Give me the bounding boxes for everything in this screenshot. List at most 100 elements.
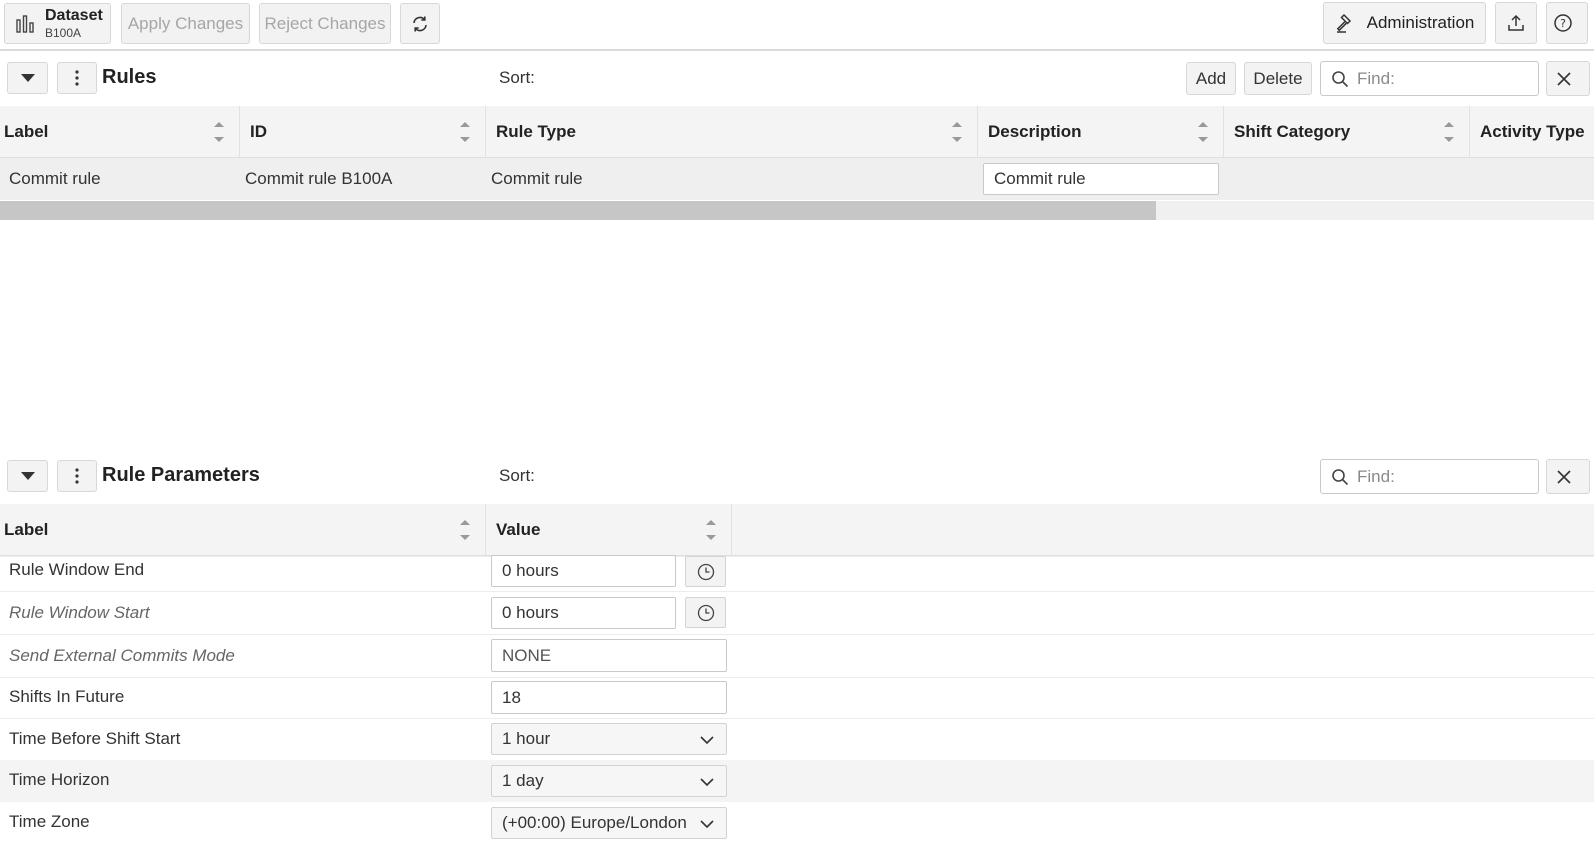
table-row[interactable]: Commit rule Commit rule B100A Commit rul…	[0, 158, 1594, 200]
params-collapse-button[interactable]	[7, 460, 48, 492]
horizontal-scrollbar[interactable]	[0, 201, 1594, 220]
table-row[interactable]: Rule Window End 0 hours	[0, 555, 1594, 591]
chevron-down-icon	[700, 733, 714, 747]
sort-arrows-icon	[1197, 120, 1209, 149]
rules-menu-button[interactable]	[57, 62, 97, 94]
help-button[interactable]: ?	[1546, 2, 1588, 44]
close-icon	[1557, 469, 1571, 484]
column-header-shift-category[interactable]: Shift Category	[1224, 106, 1470, 158]
rules-close-button[interactable]	[1546, 61, 1590, 96]
delete-button[interactable]: Delete	[1244, 62, 1312, 95]
rule-window-end-picker-button[interactable]	[685, 556, 726, 587]
description-input[interactable]: Commit rule	[983, 163, 1219, 195]
time-horizon-select[interactable]: 1 day	[491, 765, 727, 797]
column-header-param-value[interactable]: Value	[486, 504, 732, 556]
params-table-header: Label Value	[0, 504, 1594, 556]
select-value: (+00:00) Europe/London	[502, 813, 687, 832]
params-close-button[interactable]	[1546, 459, 1590, 494]
sort-arrows-icon	[213, 120, 225, 149]
table-row[interactable]: Time Zone (+00:00) Europe/London	[0, 802, 1594, 844]
clock-icon	[697, 563, 715, 581]
rules-table-header: Label ID Rule Type Description Shift Cat…	[0, 106, 1594, 158]
dataset-label: Dataset	[45, 7, 103, 24]
table-row[interactable]: Shifts In Future 18	[0, 678, 1594, 718]
cell-label: Commit rule	[9, 169, 101, 188]
column-header-text: Activity Type	[1480, 122, 1585, 141]
reject-changes-button[interactable]: Reject Changes	[259, 3, 391, 44]
rules-sort-label[interactable]: Sort:	[499, 68, 535, 88]
column-header-text: Shift Category	[1234, 122, 1351, 141]
column-header-label[interactable]: Label	[0, 106, 240, 158]
send-external-commits-mode-input[interactable]: NONE	[491, 639, 727, 672]
sort-arrows-icon	[1443, 120, 1455, 149]
param-label: Time Horizon	[9, 770, 110, 789]
table-row[interactable]: Time Before Shift Start 1 hour	[0, 719, 1594, 760]
sort-arrows-icon	[459, 120, 471, 149]
kebab-menu-icon	[75, 70, 79, 86]
rule-window-start-picker-button[interactable]	[685, 597, 726, 628]
params-sort-label[interactable]: Sort:	[499, 466, 535, 486]
help-icon: ?	[1553, 13, 1573, 33]
export-button[interactable]	[1495, 2, 1537, 44]
param-label: Send External Commits Mode	[9, 646, 235, 665]
column-header-text: Label	[4, 520, 49, 539]
bar-chart-icon	[15, 14, 35, 34]
rule-window-end-input[interactable]: 0 hours	[491, 555, 676, 587]
administration-label: Administration	[1366, 13, 1475, 32]
column-header-id[interactable]: ID	[240, 106, 486, 158]
param-label: Time Zone	[9, 812, 90, 831]
table-row[interactable]: Send External Commits Mode NONE	[0, 635, 1594, 677]
time-before-shift-start-select[interactable]: 1 hour	[491, 723, 727, 755]
gavel-icon	[1335, 13, 1355, 33]
column-header-param-label[interactable]: Label	[0, 504, 486, 556]
column-header-rule-type[interactable]: Rule Type	[486, 106, 978, 158]
select-value: 1 hour	[502, 729, 551, 748]
svg-text:?: ?	[1560, 17, 1566, 30]
param-label: Rule Window End	[9, 560, 145, 579]
caret-down-icon	[20, 74, 35, 82]
toolbar-divider	[0, 49, 1594, 51]
column-header-activity-type[interactable]: Activity Type	[1470, 106, 1594, 158]
close-icon	[1557, 71, 1571, 86]
rules-title: Rules	[102, 66, 157, 88]
table-row[interactable]: Time Horizon 1 day	[0, 760, 1594, 802]
clock-icon	[697, 604, 715, 622]
administration-button[interactable]: Administration	[1323, 2, 1486, 44]
caret-down-icon	[20, 472, 35, 480]
export-icon	[1507, 14, 1525, 32]
sort-arrows-icon	[951, 120, 963, 149]
refresh-button[interactable]	[400, 3, 440, 44]
column-header-text: Rule Type	[496, 122, 576, 141]
shifts-in-future-input[interactable]: 18	[491, 681, 727, 714]
select-value: 1 day	[502, 771, 544, 790]
refresh-icon	[411, 15, 429, 33]
add-button[interactable]: Add	[1186, 62, 1236, 95]
scrollbar-thumb[interactable]	[0, 201, 1156, 220]
param-label: Shifts In Future	[9, 687, 125, 706]
time-zone-select[interactable]: (+00:00) Europe/London	[491, 807, 727, 839]
rules-find-placeholder: Find:	[1357, 68, 1395, 88]
column-header-text: Description	[988, 122, 1082, 141]
apply-changes-button[interactable]: Apply Changes	[121, 3, 250, 44]
params-menu-button[interactable]	[57, 460, 97, 492]
rules-find-field[interactable]: Find:	[1320, 61, 1539, 96]
sort-arrows-icon	[705, 518, 717, 547]
cell-id: Commit rule B100A	[245, 169, 393, 188]
rules-collapse-button[interactable]	[7, 62, 48, 94]
search-icon	[1331, 70, 1349, 88]
params-find-field[interactable]: Find:	[1320, 459, 1539, 494]
chevron-down-icon	[700, 775, 714, 789]
column-header-description[interactable]: Description	[978, 106, 1224, 158]
dataset-button[interactable]: Dataset B100A	[4, 3, 111, 44]
rule-window-start-input[interactable]: 0 hours	[491, 597, 676, 629]
chevron-down-icon	[700, 817, 714, 831]
table-row[interactable]: Rule Window Start 0 hours	[0, 592, 1594, 634]
kebab-menu-icon	[75, 468, 79, 484]
column-header-text: ID	[250, 122, 267, 141]
column-header-text: Value	[496, 520, 541, 539]
dataset-name: B100A	[45, 26, 82, 40]
cell-rule-type: Commit rule	[491, 169, 583, 188]
params-title: Rule Parameters	[102, 464, 260, 486]
param-label: Time Before Shift Start	[9, 729, 181, 748]
sort-arrows-icon	[459, 518, 471, 547]
